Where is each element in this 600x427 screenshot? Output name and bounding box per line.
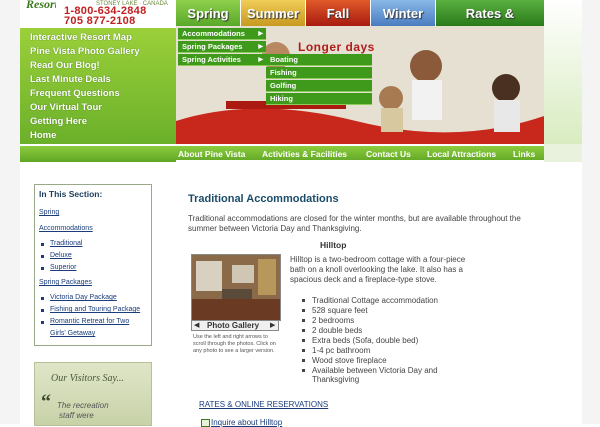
chevron-right-icon: ▶ xyxy=(258,57,263,63)
feature-item: Extra beds (Sofa, double bed) xyxy=(312,336,419,345)
section-heading: In This Section: xyxy=(39,189,103,199)
feature-item-continued: Thanksgiving xyxy=(312,375,360,384)
photo-caption: Use the left and right arrows to scroll … xyxy=(193,334,276,354)
photo-gallery-label[interactable]: Photo Gallery xyxy=(207,321,259,330)
feature-item: Wood stove fireplace xyxy=(312,356,387,365)
left-gutter xyxy=(0,0,20,424)
section-link-romantic-retreat[interactable]: Romantic Retreat for Two xyxy=(50,318,129,325)
cottage-description: Hilltop is a two-bedroom cottage with a … xyxy=(290,255,466,284)
feature-item: 1-4 pc bathroom xyxy=(312,346,371,355)
photo-gallery-bar: ◀ Photo Gallery ▶ xyxy=(191,320,279,331)
feature-item: Traditional Cottage accommodation xyxy=(312,296,438,305)
right-gutter xyxy=(582,0,600,424)
logo[interactable]: Resort xyxy=(26,0,56,8)
nav-blog[interactable]: Read Our Blog! xyxy=(30,60,100,71)
envelope-icon xyxy=(201,419,210,427)
visitors-title: Our Visitors Say... xyxy=(51,373,124,384)
submenu-golfing[interactable]: Golfing xyxy=(266,80,372,92)
tab-rates-bookings[interactable]: Rates & Bookings xyxy=(436,0,544,49)
nav-home[interactable]: Home xyxy=(30,130,56,141)
section-box: In This Section: Spring Accommodations T… xyxy=(34,184,152,346)
arrow-right-icon[interactable]: ▶ xyxy=(270,321,275,330)
section-link-victoria-day[interactable]: Victoria Day Package xyxy=(50,294,117,301)
nav-virtual-tour[interactable]: Our Virtual Tour xyxy=(30,102,102,113)
section-link-girls-getaway[interactable]: Girls' Getaway xyxy=(50,330,95,337)
phone-local: 705 877-2108 xyxy=(64,15,136,27)
feature-item: 2 bedrooms xyxy=(312,316,355,325)
navbar-right-fill xyxy=(544,144,582,162)
tab-summer[interactable]: Summer xyxy=(241,0,305,26)
tab-winter[interactable]: Winter xyxy=(371,0,435,26)
nav-resort-map[interactable]: Interactive Resort Map xyxy=(30,32,132,43)
section-link-accommodations[interactable]: Accommodations xyxy=(39,225,93,232)
bullet xyxy=(302,349,305,352)
bullet xyxy=(302,369,305,372)
nav-last-minute-deals[interactable]: Last Minute Deals xyxy=(30,74,111,85)
tab-spring[interactable]: Spring xyxy=(176,0,240,26)
nav-getting-here[interactable]: Getting Here xyxy=(30,116,87,127)
visitors-say-box: Our Visitors Say... “ The recreation sta… xyxy=(34,362,152,426)
rates-reservations-link[interactable]: RATES & ONLINE RESERVATIONS xyxy=(199,400,328,409)
side-nav: Interactive Resort Map Pine Vista Photo … xyxy=(20,28,176,144)
menu-spring-packages[interactable]: Spring Packages ▶ xyxy=(178,41,266,53)
bullet xyxy=(302,329,305,332)
banner-title: Longer days xyxy=(298,40,375,54)
bullet xyxy=(302,359,305,362)
cottage-photo[interactable] xyxy=(191,254,281,321)
navbar-left-fill xyxy=(20,144,176,162)
chevron-right-icon: ▶ xyxy=(258,44,263,50)
header-right-strip xyxy=(544,0,582,144)
menu-spring-activities-label: Spring Activities xyxy=(182,55,241,64)
bullet xyxy=(302,319,305,322)
section-link-deluxe[interactable]: Deluxe xyxy=(50,252,72,259)
cottage-name: Hilltop xyxy=(320,240,347,250)
bullet xyxy=(41,309,44,312)
submenu-fishing[interactable]: Fishing xyxy=(266,67,372,79)
bullet xyxy=(41,267,44,270)
section-link-spring[interactable]: Spring xyxy=(39,209,59,216)
bullet xyxy=(302,299,305,302)
bullet xyxy=(41,297,44,300)
bullet xyxy=(302,309,305,312)
section-link-fishing-touring[interactable]: Fishing and Touring Package xyxy=(50,306,140,313)
submenu-hiking[interactable]: Hiking xyxy=(266,93,372,105)
inquire-link[interactable]: Inquire about Hilltop xyxy=(211,418,282,427)
page-title: Traditional Accommodations xyxy=(188,193,339,205)
feature-item: 528 square feet xyxy=(312,306,368,315)
feature-item: Available between Victoria Day and xyxy=(312,366,438,375)
nav-faq[interactable]: Frequent Questions xyxy=(30,88,120,99)
visitors-quote-line-2: staff were xyxy=(59,411,94,420)
arrow-left-icon[interactable]: ◀ xyxy=(194,321,199,330)
menu-accommodations-label: Accommodations xyxy=(182,29,245,38)
section-link-traditional[interactable]: Traditional xyxy=(50,240,82,247)
nav-photo-gallery[interactable]: Pine Vista Photo Gallery xyxy=(30,46,140,57)
bullet xyxy=(41,243,44,246)
section-link-spring-packages[interactable]: Spring Packages xyxy=(39,279,92,286)
chevron-right-icon: ▶ xyxy=(258,31,263,37)
menu-spring-packages-label: Spring Packages xyxy=(182,42,243,51)
intro-text: Traditional accommodations are closed fo… xyxy=(188,214,521,233)
bullet xyxy=(302,339,305,342)
menu-spring-activities[interactable]: Spring Activities ▶ xyxy=(178,54,266,66)
quote-icon: “ xyxy=(41,391,51,413)
menu-accommodations[interactable]: Accommodations ▶ xyxy=(178,28,266,40)
bullet xyxy=(41,321,44,324)
bullet xyxy=(41,255,44,258)
visitors-quote-line-1: The recreation xyxy=(57,401,109,410)
section-link-superior[interactable]: Superior xyxy=(50,264,76,271)
submenu-boating[interactable]: Boating xyxy=(266,54,372,66)
feature-item: 2 double beds xyxy=(312,326,363,335)
tab-fall[interactable]: Fall xyxy=(306,0,370,26)
